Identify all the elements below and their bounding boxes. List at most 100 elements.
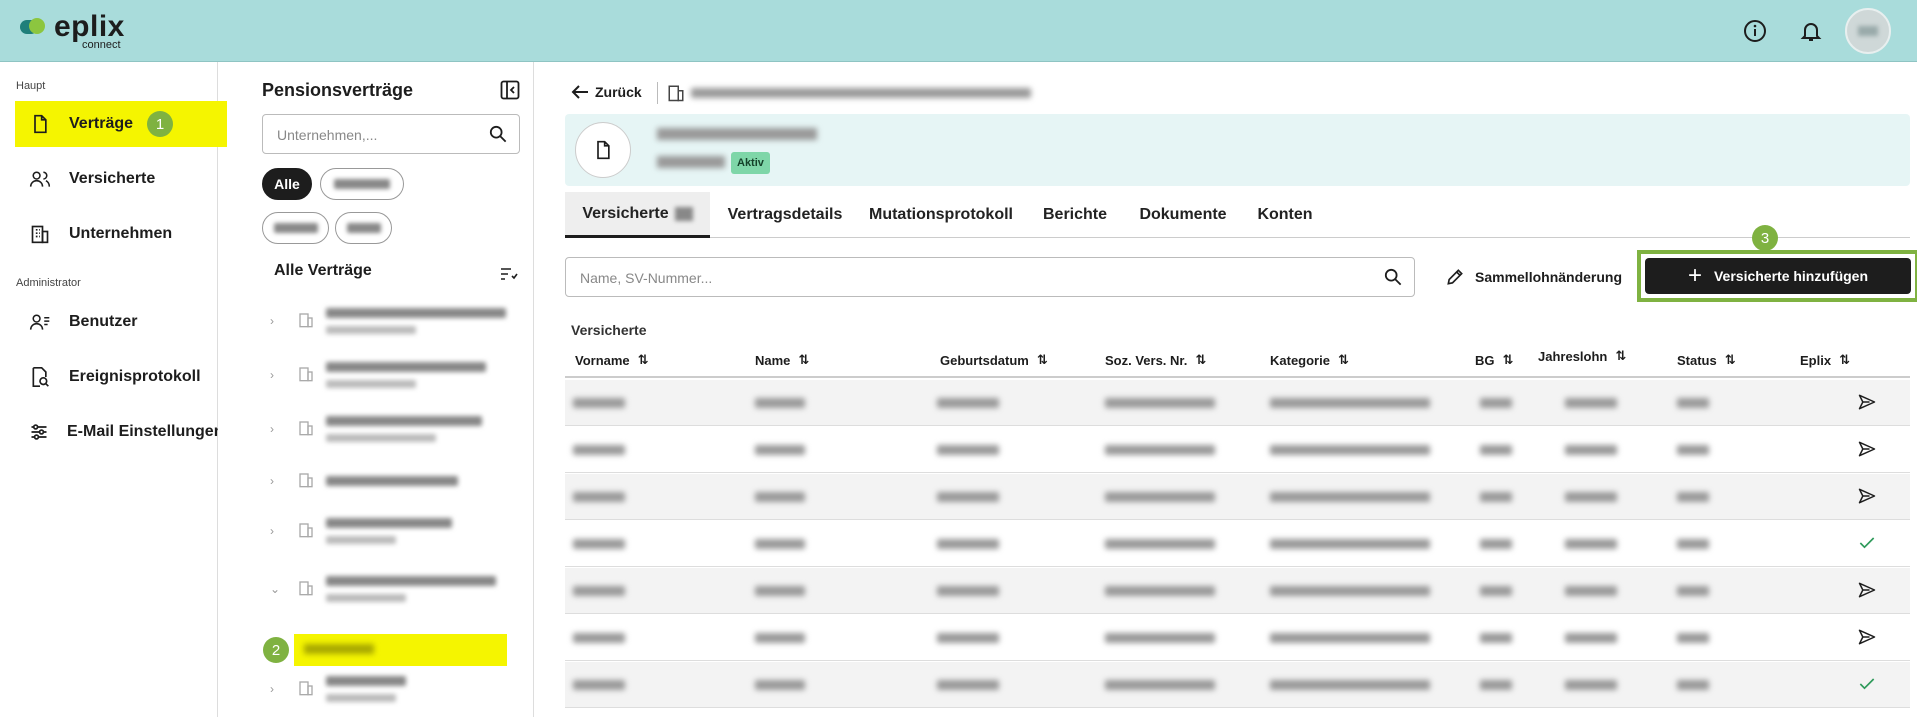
send-icon[interactable] [1857,439,1879,461]
back-button[interactable]: Zurück [571,84,642,100]
search-icon[interactable] [1384,268,1402,289]
column-header-geburtsdatum[interactable]: Geburtsdatum ⇅ [940,352,1048,368]
breadcrumb[interactable] [691,88,1031,98]
selected-contract-item[interactable] [294,634,507,666]
column-header-kategorie[interactable]: Kategorie ⇅ [1270,352,1349,368]
app-logo[interactable]: eplix connect [20,12,125,51]
sidebar-item-benutzer[interactable]: Benutzer [15,299,227,345]
check-icon [1857,533,1879,555]
table-row[interactable] [565,615,1910,661]
bell-icon[interactable] [1789,9,1833,53]
company-search-input[interactable]: Unternehmen,... [262,114,520,154]
table-cell [1565,445,1617,455]
filter-chip-all[interactable]: Alle [262,168,312,200]
contract-list-item[interactable]: › [270,352,528,400]
table-cell [1565,680,1617,690]
tab-berichte[interactable]: Berichte [1031,192,1119,238]
building-icon [29,223,51,245]
table-cell [1480,492,1512,502]
sort-filter-icon[interactable] [500,266,518,287]
table-cell [1677,586,1709,596]
filter-chip[interactable] [262,212,329,244]
send-icon[interactable] [1857,627,1879,649]
collapse-panel-icon[interactable] [500,80,520,100]
contract-list-item[interactable]: › [270,666,528,714]
logo-mark-icon [20,16,48,38]
contract-list-item[interactable]: › [270,298,528,346]
table-cell [755,492,805,502]
top-bar: eplix connect [0,0,1917,62]
sort-icon: ⇅ [1724,352,1736,367]
search-icon[interactable] [489,125,507,146]
contract-list-item[interactable]: › [270,458,528,506]
tab-vertragsdetails[interactable]: Vertragsdetails [717,192,853,238]
chevron-right-icon[interactable]: › [270,524,274,538]
table-cell [573,492,625,502]
table-cell [755,633,805,643]
table-cell [937,539,999,549]
add-button-highlight: + Versicherte hinzufügen [1637,250,1917,302]
sidebar-item-label: Unternehmen [69,225,173,242]
table-row[interactable] [565,474,1910,520]
column-header-status[interactable]: Status ⇅ [1677,352,1736,368]
chevron-right-icon[interactable]: › [270,422,274,436]
chevron-down-icon[interactable]: ⌄ [270,582,280,596]
panel-title: Pensionsverträge [262,80,414,100]
tab-mutationsprotokoll[interactable]: Mutationsprotokoll [861,192,1021,238]
send-icon[interactable] [1857,486,1879,508]
column-header-bg[interactable]: BG ⇅ [1475,352,1513,368]
tab-dokumente[interactable]: Dokumente [1125,192,1241,238]
logo-subtitle: connect [82,39,121,51]
table-cell [1677,492,1709,502]
table-row[interactable] [565,521,1910,567]
table-row[interactable] [565,568,1910,614]
table-cell [1480,445,1512,455]
info-icon[interactable] [1733,9,1777,53]
sort-icon: ⇅ [798,352,810,367]
table-row[interactable] [565,662,1910,708]
sidebar-item-label: Versicherte [69,170,156,187]
step-badge: 1 [147,111,174,137]
search-placeholder: Unternehmen,... [277,127,378,143]
table-row[interactable] [565,380,1910,426]
chevron-right-icon[interactable]: › [270,474,274,488]
contract-list-item[interactable]: › [270,406,528,454]
insured-search-input[interactable]: Name, SV-Nummer... [565,257,1415,297]
sidebar-item-ereignisprotokoll[interactable]: Ereignisprotokoll [15,354,227,400]
chevron-right-icon[interactable]: › [270,368,274,382]
table-row[interactable] [565,427,1910,473]
sidebar-item-unternehmen[interactable]: Unternehmen [15,211,227,257]
table-cell [1565,398,1617,408]
sort-icon: ⇅ [1036,352,1048,367]
send-icon[interactable] [1857,392,1879,414]
tab-versicherte[interactable]: Versicherte [565,192,710,238]
column-header-jahreslohn[interactable]: Jahreslohn ⇅ [1538,348,1626,364]
sidebar-item-versicherte[interactable]: Versicherte [15,156,227,202]
table-cell [1270,586,1430,596]
table-cell [1105,539,1215,549]
avatar[interactable] [1845,8,1891,54]
filter-chip[interactable] [320,168,404,200]
sidebar-item-email-einstellungen[interactable]: E-Mail Einstellungen [15,409,218,455]
contract-list-item[interactable]: › [270,508,528,556]
filter-chip[interactable] [335,212,392,244]
contract-list-item-expanded[interactable]: ⌄ [270,566,528,614]
column-header-name[interactable]: Name ⇅ [755,352,809,368]
column-header-vorname[interactable]: Vorname ⇅ [575,352,649,368]
tab-konten[interactable]: Konten [1247,192,1323,238]
check-icon [1857,674,1879,696]
add-insured-button[interactable]: + Versicherte hinzufügen [1645,258,1911,294]
table-cell [1677,445,1709,455]
send-icon[interactable] [1857,580,1879,602]
chevron-right-icon[interactable]: › [270,314,274,328]
chevron-right-icon[interactable]: › [270,682,274,696]
building-icon [298,420,314,441]
column-header-eplix[interactable]: Eplix ⇅ [1800,352,1850,368]
table-cell [755,539,805,549]
table-cell [755,680,805,690]
bulk-salary-change-button[interactable]: Sammellohnänderung [1445,267,1622,287]
sidebar-item-vertraege[interactable]: Verträge 1 [15,101,227,147]
contract-number [657,156,725,168]
column-header-soz-vers-nr[interactable]: Soz. Vers. Nr. ⇅ [1105,352,1206,368]
document-icon [575,122,631,178]
